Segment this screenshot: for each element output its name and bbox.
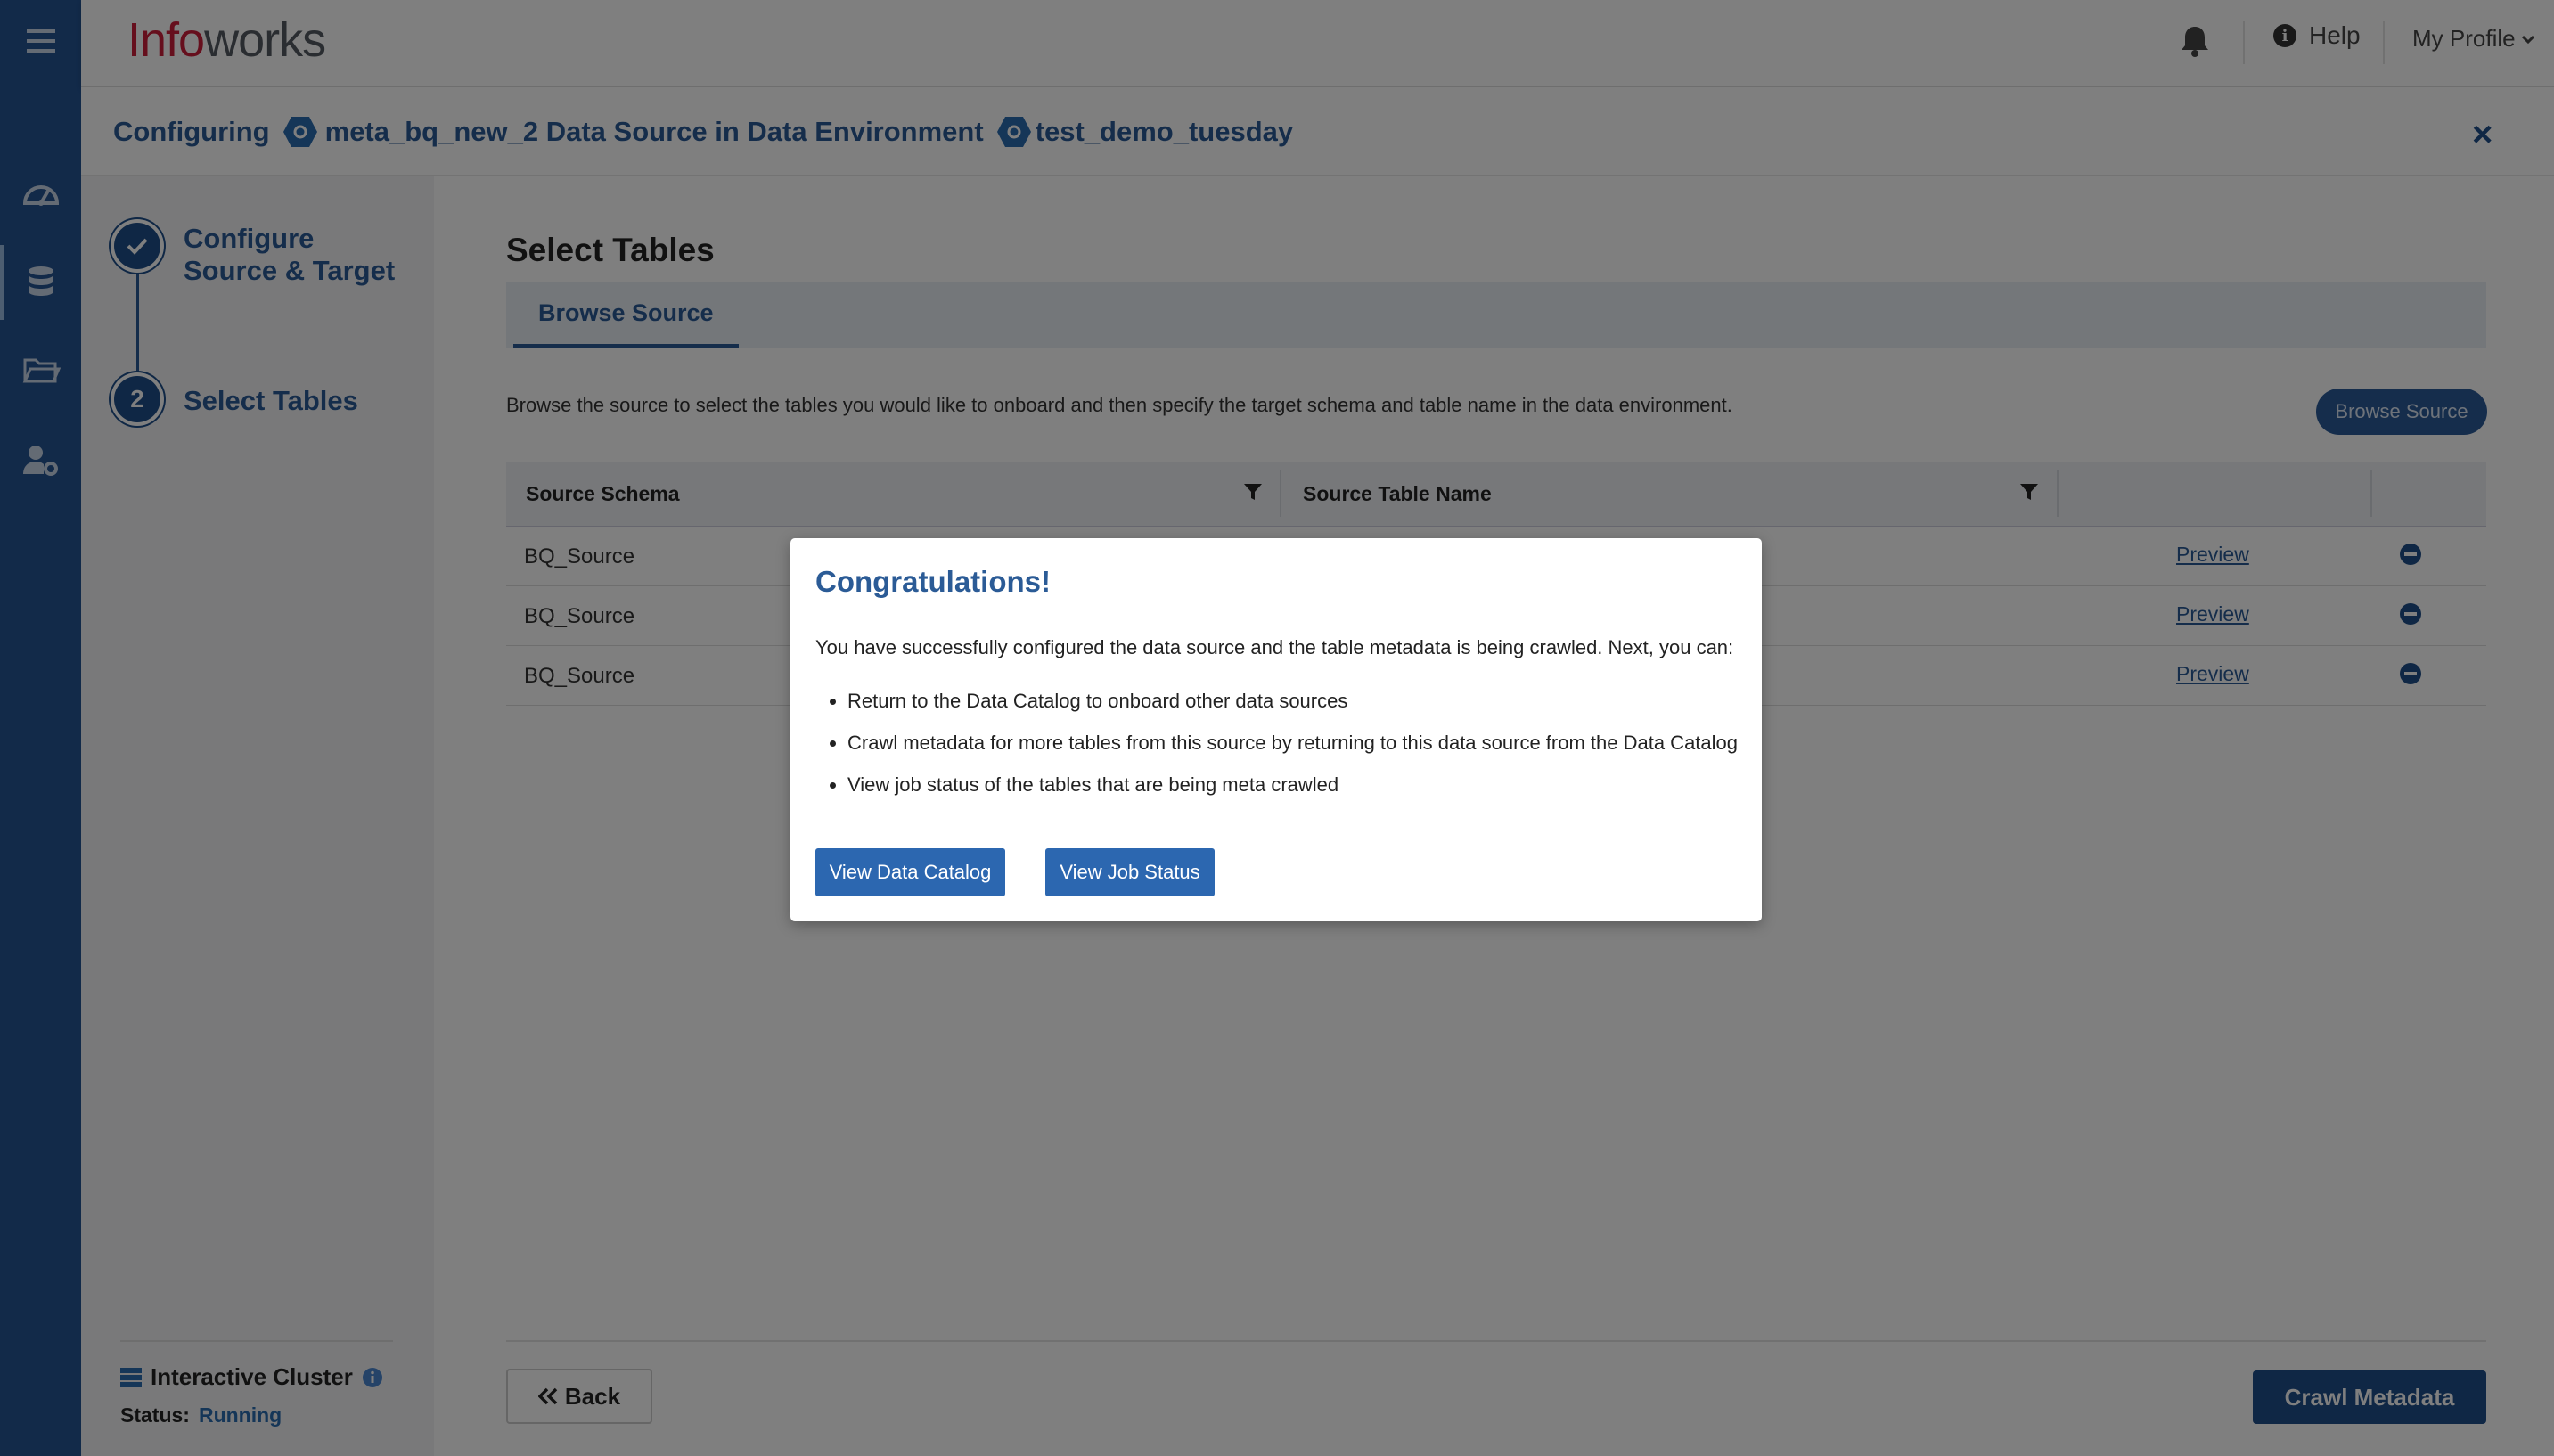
dialog-title: Congratulations! [815, 565, 1051, 598]
dialog-message: You have successfully configured the dat… [815, 636, 1734, 658]
next-steps-list: Return to the Data Catalog to onboard ot… [815, 690, 1738, 815]
congratulations-dialog: Congratulations! You have successfully c… [790, 538, 1762, 921]
list-item: View job status of the tables that are b… [847, 773, 1738, 815]
list-item: Crawl metadata for more tables from this… [847, 732, 1738, 773]
view-data-catalog-button[interactable]: View Data Catalog [815, 848, 1005, 896]
view-job-status-button[interactable]: View Job Status [1045, 848, 1215, 896]
list-item: Return to the Data Catalog to onboard ot… [847, 690, 1738, 732]
